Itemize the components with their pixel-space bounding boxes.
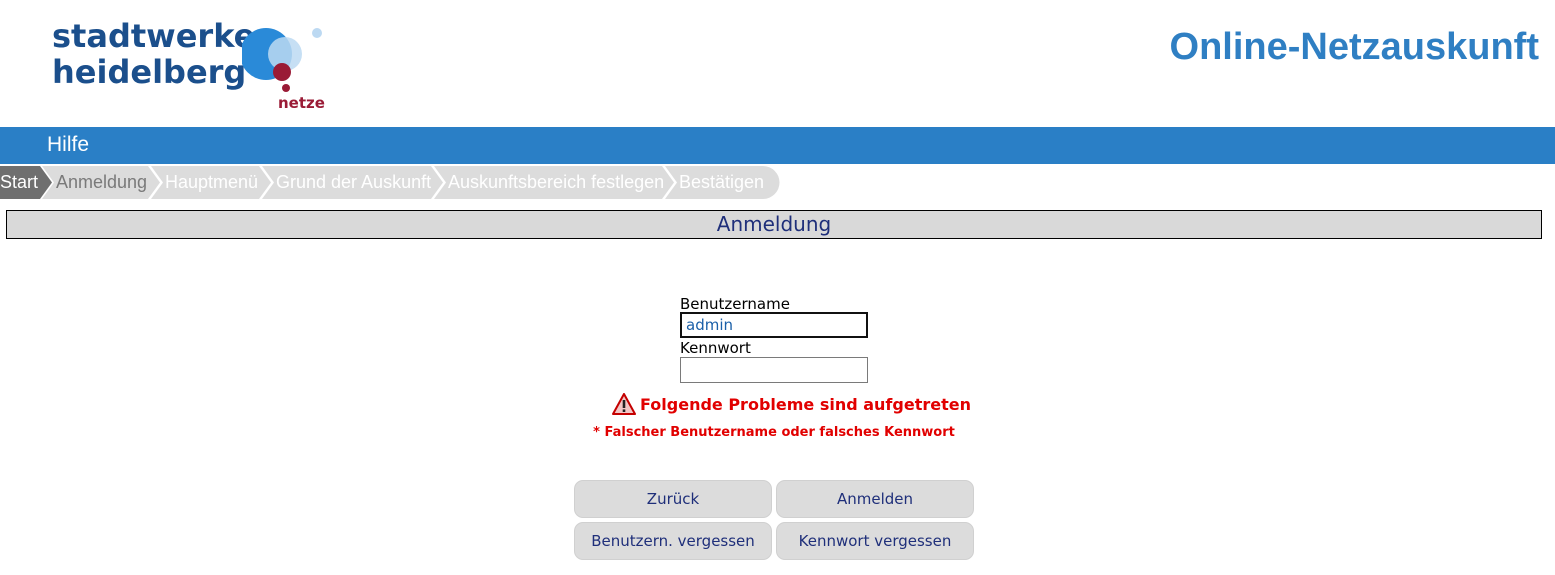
step-login-label: Anmeldung <box>56 172 148 192</box>
password-label: Kennwort <box>680 339 751 357</box>
username-input[interactable] <box>680 312 868 338</box>
step-reason[interactable]: Grund der Auskunft <box>262 166 443 199</box>
username-label: Benutzername <box>680 295 790 313</box>
step-confirm[interactable]: Bestätigen <box>665 166 780 199</box>
forgot-password-button[interactable]: Kennwort vergessen <box>776 522 974 560</box>
step-main-menu[interactable]: Hauptmenü <box>151 166 271 199</box>
back-button[interactable]: Zurück <box>574 480 772 518</box>
step-main-menu-label: Hauptmenü <box>165 172 259 192</box>
forgot-username-button[interactable]: Benutzern. vergessen <box>574 522 772 560</box>
step-area-label: Auskunftsbereich festlegen <box>448 172 665 192</box>
step-reason-label: Grund der Auskunft <box>276 172 432 192</box>
logo-line-1: stadtwerke <box>52 17 256 55</box>
step-login[interactable]: Anmeldung <box>42 166 160 199</box>
error-detail: * Falscher Benutzername oder falsches Ke… <box>593 425 955 440</box>
page-header: stadtwerke heidelberg netze Online-Netza… <box>0 0 1555 127</box>
error-heading-text: Folgende Probleme sind aufgetreten <box>640 395 971 414</box>
step-start-label: Start <box>0 172 39 192</box>
step-confirm-label: Bestätigen <box>679 172 765 192</box>
step-area[interactable]: Auskunftsbereich festlegen <box>434 166 674 199</box>
warning-icon <box>612 393 636 415</box>
login-button[interactable]: Anmelden <box>776 480 974 518</box>
error-heading: Folgende Probleme sind aufgetreten <box>612 393 971 417</box>
password-input[interactable] <box>680 357 868 383</box>
logo-circles-icon <box>242 28 322 92</box>
logo-subtitle: netze <box>278 94 325 112</box>
section-title: Anmeldung <box>6 210 1542 239</box>
app-title: Online-Netzauskunft <box>1169 26 1539 68</box>
logo-line-2: heidelberg <box>52 53 247 91</box>
menu-bar: Hilfe <box>0 127 1555 164</box>
stadtwerke-logo[interactable]: stadtwerke heidelberg netze <box>52 18 342 118</box>
help-menu-link[interactable]: Hilfe <box>47 133 89 157</box>
